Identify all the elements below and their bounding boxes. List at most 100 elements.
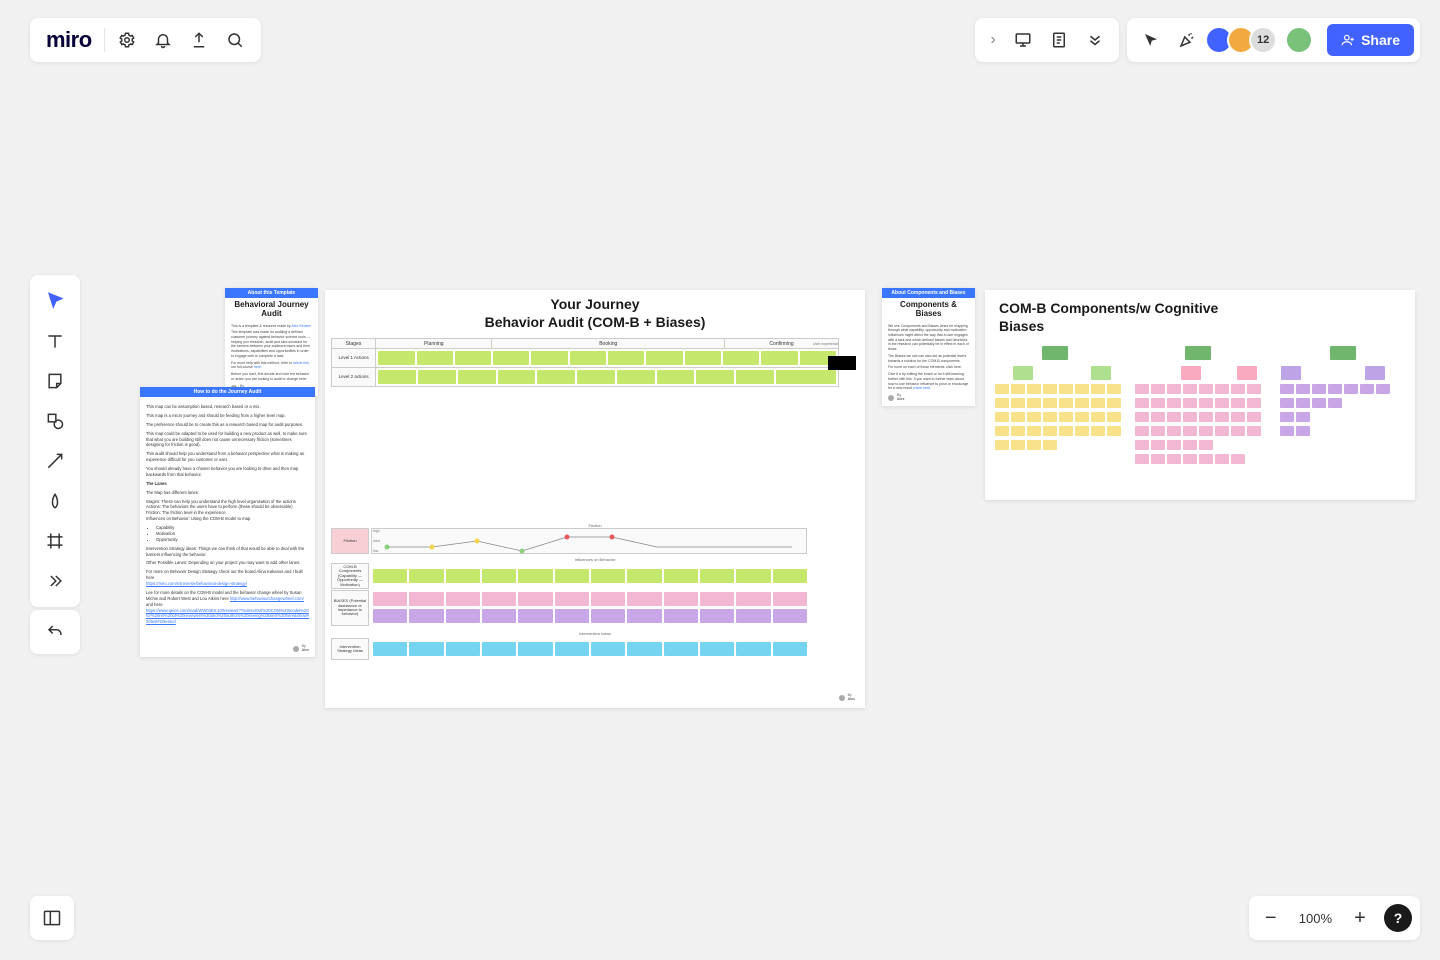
more-tools[interactable] <box>30 561 80 601</box>
sticky[interactable] <box>591 569 625 583</box>
sticky[interactable] <box>409 609 443 623</box>
zoom-level[interactable]: 100% <box>1295 911 1336 926</box>
sticky[interactable] <box>627 592 661 606</box>
sticky[interactable] <box>1059 412 1073 422</box>
cursor-tracking-button[interactable] <box>1133 22 1169 58</box>
sticky[interactable] <box>1167 398 1181 408</box>
sticky[interactable] <box>446 642 480 656</box>
sticky[interactable] <box>537 370 575 384</box>
sticky[interactable] <box>1167 454 1181 464</box>
sticky[interactable] <box>773 642 807 656</box>
sticky[interactable] <box>1215 412 1229 422</box>
zoom-out-button[interactable]: − <box>1257 904 1285 932</box>
sticky[interactable] <box>1059 398 1073 408</box>
text-tool[interactable] <box>30 321 80 361</box>
sticky[interactable] <box>761 351 797 365</box>
sticky[interactable] <box>1215 384 1229 394</box>
sticky[interactable] <box>591 642 625 656</box>
canvas[interactable]: About this Template Behavioral Journey A… <box>0 0 1440 960</box>
sticky[interactable] <box>378 370 416 384</box>
sticky[interactable] <box>1280 412 1294 422</box>
sticky[interactable] <box>1344 384 1358 394</box>
sticky[interactable] <box>1027 440 1041 450</box>
sticky[interactable] <box>696 370 734 384</box>
sticky[interactable] <box>446 592 480 606</box>
sticky-heading[interactable] <box>1237 366 1257 380</box>
sticky[interactable] <box>518 642 552 656</box>
sticky[interactable] <box>1183 454 1197 464</box>
logo[interactable]: miro <box>38 27 100 53</box>
friction-chart[interactable] <box>371 528 807 554</box>
sticky[interactable] <box>1199 454 1213 464</box>
sticky[interactable] <box>773 592 807 606</box>
sticky[interactable] <box>1312 384 1326 394</box>
notifications-button[interactable] <box>145 22 181 58</box>
sticky[interactable] <box>1360 384 1374 394</box>
sticky[interactable] <box>418 370 456 384</box>
sticky[interactable] <box>1215 426 1229 436</box>
expand-left-button[interactable]: › <box>981 22 1005 58</box>
sticky[interactable] <box>1091 426 1105 436</box>
strategy-strip[interactable] <box>373 642 807 656</box>
sticky-heading[interactable] <box>1281 366 1301 380</box>
sticky[interactable] <box>1107 384 1121 394</box>
sticky[interactable] <box>1011 412 1025 422</box>
sticky[interactable] <box>1231 384 1245 394</box>
sticky-tool[interactable] <box>30 361 80 401</box>
sticky[interactable] <box>591 592 625 606</box>
l1-actions-strip[interactable] <box>376 349 838 367</box>
sticky[interactable] <box>555 569 589 583</box>
sticky[interactable] <box>458 370 496 384</box>
sticky[interactable] <box>1043 426 1057 436</box>
sticky[interactable] <box>700 592 734 606</box>
sticky[interactable] <box>736 569 770 583</box>
sticky[interactable] <box>1043 384 1057 394</box>
export-button[interactable] <box>181 22 217 58</box>
tag-capability[interactable] <box>1042 346 1068 360</box>
sticky[interactable] <box>700 642 734 656</box>
avatar-stack[interactable]: 12 <box>1205 26 1319 54</box>
pen-tool[interactable] <box>30 481 80 521</box>
search-button[interactable] <box>217 22 253 58</box>
sticky[interactable] <box>493 351 529 365</box>
sticky[interactable] <box>1280 426 1294 436</box>
sticky[interactable] <box>373 609 407 623</box>
sticky[interactable] <box>518 592 552 606</box>
sticky[interactable] <box>1075 384 1089 394</box>
sticky[interactable] <box>1296 398 1310 408</box>
sticky[interactable] <box>1183 426 1197 436</box>
sticky[interactable] <box>1107 426 1121 436</box>
sticky[interactable] <box>1011 426 1025 436</box>
sticky[interactable] <box>1075 426 1089 436</box>
sticky[interactable] <box>664 609 698 623</box>
tag-opportunity[interactable] <box>1330 346 1356 360</box>
sticky[interactable] <box>498 370 536 384</box>
comments-button[interactable] <box>1041 22 1077 58</box>
sticky[interactable] <box>1231 454 1245 464</box>
frame-tool[interactable] <box>30 521 80 561</box>
sticky-heading[interactable] <box>1365 366 1385 380</box>
reactions-button[interactable] <box>1169 22 1205 58</box>
sticky[interactable] <box>1043 398 1057 408</box>
collapse-button[interactable] <box>1077 22 1113 58</box>
sticky[interactable] <box>1215 398 1229 408</box>
sticky[interactable] <box>1247 398 1261 408</box>
biases-strip-1[interactable] <box>373 592 807 606</box>
sticky[interactable] <box>664 642 698 656</box>
sticky[interactable] <box>1199 398 1213 408</box>
sticky[interactable] <box>1151 384 1165 394</box>
present-button[interactable] <box>1005 22 1041 58</box>
sticky[interactable] <box>1328 398 1342 408</box>
sticky[interactable] <box>627 609 661 623</box>
sticky[interactable] <box>700 569 734 583</box>
howto-link2[interactable]: http://www.behaviourchangewheel.com/ <box>230 596 304 601</box>
avatar-self[interactable] <box>1285 26 1313 54</box>
sticky[interactable] <box>1167 412 1181 422</box>
sticky[interactable] <box>1183 440 1197 450</box>
sticky[interactable] <box>627 569 661 583</box>
sticky[interactable] <box>736 370 774 384</box>
sticky[interactable] <box>723 351 759 365</box>
sticky[interactable] <box>1231 398 1245 408</box>
sticky[interactable] <box>617 370 655 384</box>
sticky[interactable] <box>1027 398 1041 408</box>
